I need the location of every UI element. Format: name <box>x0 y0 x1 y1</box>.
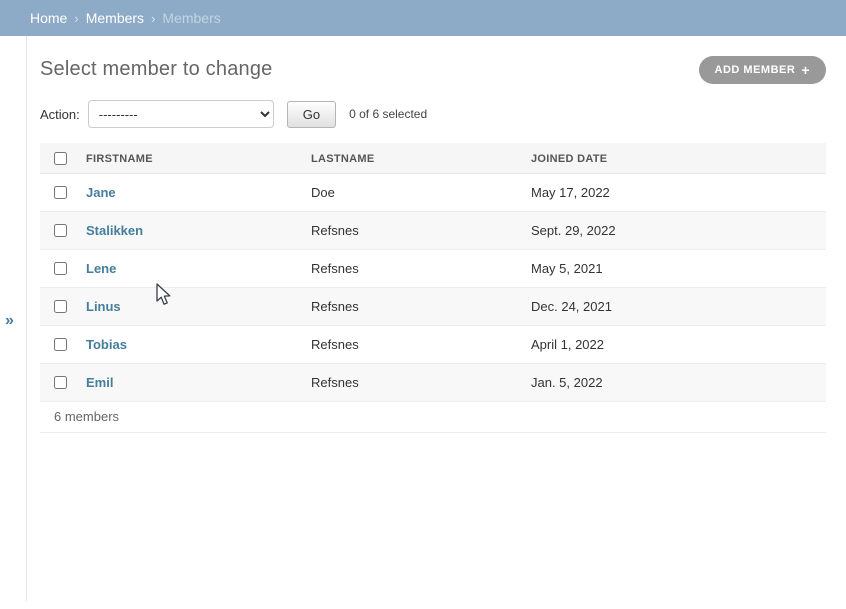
breadcrumb-link-home[interactable]: Home <box>30 10 67 26</box>
main-content: Select member to change ADD MEMBER + Act… <box>27 36 846 609</box>
breadcrumb-link-members[interactable]: Members <box>86 10 144 26</box>
column-header-lastname: LASTNAME <box>301 143 521 174</box>
member-link[interactable]: Jane <box>86 185 116 200</box>
title-row: Select member to change ADD MEMBER + <box>40 52 826 84</box>
row-checkbox[interactable] <box>54 224 67 237</box>
cell-joined-date: April 1, 2022 <box>521 326 826 364</box>
add-member-button[interactable]: ADD MEMBER + <box>699 56 826 84</box>
cell-joined-date: May 5, 2021 <box>521 250 826 288</box>
breadcrumb-separator: › <box>74 11 78 26</box>
row-checkbox[interactable] <box>54 376 67 389</box>
selection-counter: 0 of 6 selected <box>349 107 427 121</box>
sidebar-expand-toggle-icon[interactable]: » <box>5 311 14 331</box>
row-checkbox-cell <box>40 326 76 364</box>
breadcrumb-current-page: Members <box>162 10 220 26</box>
table-row: Linus RefsnesDec. 24, 2021 <box>40 288 826 326</box>
row-checkbox[interactable] <box>54 262 67 275</box>
cell-joined-date: Sept. 29, 2022 <box>521 212 826 250</box>
member-link[interactable]: Stalikken <box>86 223 143 238</box>
cell-firstname: Linus <box>76 288 301 326</box>
cell-joined-date: May 17, 2022 <box>521 174 826 212</box>
cell-lastname: Refsnes <box>301 212 521 250</box>
table-row: Tobias RefsnesApril 1, 2022 <box>40 326 826 364</box>
actions-bar: Action: --------- Go 0 of 6 selected <box>40 100 826 128</box>
table-row: Emil RefsnesJan. 5, 2022 <box>40 364 826 402</box>
row-checkbox[interactable] <box>54 186 67 199</box>
row-checkbox-cell <box>40 174 76 212</box>
cell-lastname: Refsnes <box>301 364 521 402</box>
members-table-header: FIRSTNAME LASTNAME JOINED DATE <box>40 143 826 174</box>
breadcrumb-separator: › <box>151 11 155 26</box>
row-checkbox[interactable] <box>54 338 67 351</box>
cell-firstname: Jane <box>76 174 301 212</box>
cell-lastname: Refsnes <box>301 326 521 364</box>
cell-lastname: Refsnes <box>301 288 521 326</box>
select-all-checkbox[interactable] <box>54 152 67 165</box>
cell-firstname: Tobias <box>76 326 301 364</box>
breadcrumb: Home › Members › Members <box>0 0 846 36</box>
table-row: Lene RefsnesMay 5, 2021 <box>40 250 826 288</box>
member-link[interactable]: Lene <box>86 261 116 276</box>
row-checkbox-cell <box>40 212 76 250</box>
plus-icon: + <box>801 65 810 75</box>
member-link[interactable]: Emil <box>86 375 113 390</box>
table-row: Stalikken RefsnesSept. 29, 2022 <box>40 212 826 250</box>
cell-firstname: Emil <box>76 364 301 402</box>
row-checkbox-cell <box>40 364 76 402</box>
cell-joined-date: Dec. 24, 2021 <box>521 288 826 326</box>
page-title: Select member to change <box>40 52 273 81</box>
member-link[interactable]: Tobias <box>86 337 127 352</box>
go-button[interactable]: Go <box>287 101 336 128</box>
cell-lastname: Doe <box>301 174 521 212</box>
add-member-button-label: ADD MEMBER <box>715 64 796 76</box>
select-all-header-cell <box>40 143 76 174</box>
cell-firstname: Lene <box>76 250 301 288</box>
column-header-joined-date: JOINED DATE <box>521 143 826 174</box>
row-checkbox-cell <box>40 250 76 288</box>
action-select[interactable]: --------- <box>88 100 274 128</box>
cell-lastname: Refsnes <box>301 250 521 288</box>
member-link[interactable]: Linus <box>86 299 121 314</box>
row-checkbox[interactable] <box>54 300 67 313</box>
cell-firstname: Stalikken <box>76 212 301 250</box>
members-table-body: JaneDoeMay 17, 2022StalikkenRefsnesSept.… <box>40 174 826 402</box>
cell-joined-date: Jan. 5, 2022 <box>521 364 826 402</box>
row-checkbox-cell <box>40 288 76 326</box>
members-table: FIRSTNAME LASTNAME JOINED DATE Jane DoeMa… <box>40 143 826 402</box>
member-count: 6 members <box>40 402 826 433</box>
table-row: Jane DoeMay 17, 2022 <box>40 174 826 212</box>
column-header-firstname: FIRSTNAME <box>76 143 301 174</box>
action-label: Action: <box>40 107 80 122</box>
